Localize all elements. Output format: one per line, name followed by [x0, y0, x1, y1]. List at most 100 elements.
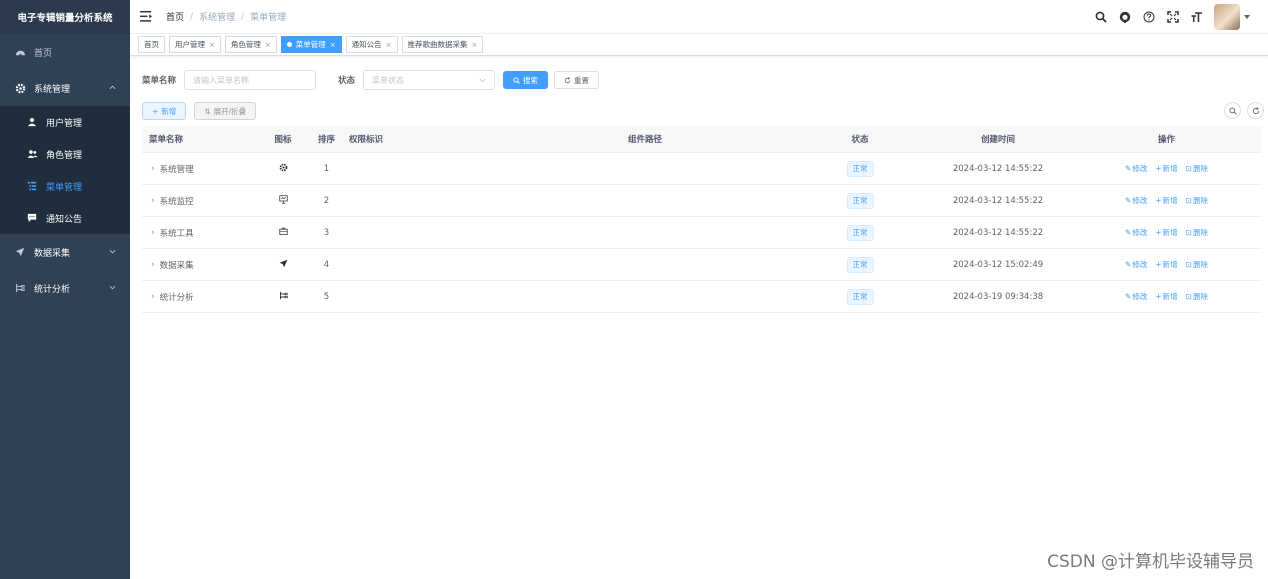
chevron-down-icon	[109, 283, 116, 293]
refresh-button[interactable]	[1247, 102, 1264, 119]
sidebar-item-user[interactable]: 用户管理	[0, 106, 130, 138]
delete-button[interactable]: ⊡ 删除	[1186, 163, 1208, 174]
tag-song-collect[interactable]: 推荐歌曲数据采集 ×	[401, 36, 484, 53]
search-toggle-button[interactable]	[1224, 102, 1241, 119]
fullscreen-icon[interactable]	[1166, 10, 1180, 24]
reset-button[interactable]: 重置	[554, 71, 600, 89]
refresh-icon	[564, 76, 571, 83]
edit-icon: ✎	[1125, 292, 1132, 301]
plus-icon: +	[1155, 164, 1162, 173]
chevron-right-icon[interactable]: ›	[151, 164, 155, 174]
status-select[interactable]: 菜单状态	[363, 70, 496, 90]
delete-button[interactable]: ⊡ 删除	[1186, 195, 1208, 206]
trash-icon: ⊡	[1185, 164, 1192, 173]
sort-icon: ⇅	[204, 106, 211, 116]
breadcrumb-item[interactable]: 系统管理	[199, 10, 235, 23]
trash-icon: ⊡	[1185, 292, 1192, 301]
caret-down-icon[interactable]	[1244, 12, 1250, 22]
tree-icon	[14, 282, 26, 294]
table-row: › 系统工具 3 正常 2024-03-12 14:55:22 ✎ 修改 + 新增 ⊡…	[142, 217, 1262, 249]
watermark: CSDN @计算机毕设辅导员	[1047, 552, 1254, 572]
tag-role[interactable]: 角色管理 ×	[224, 36, 277, 53]
col-header: 状态	[851, 135, 869, 145]
add-child-button[interactable]: + 新增	[1155, 259, 1177, 270]
monitor-icon	[278, 194, 288, 207]
sidebar-item-system[interactable]: 系统管理	[0, 70, 130, 106]
status-label: 状态	[338, 76, 356, 86]
sidebar-item-label: 通知公告	[46, 214, 83, 225]
breadcrumb-item[interactable]: 首页	[166, 10, 184, 23]
col-header: 排序	[317, 135, 335, 145]
sidebar-item-analysis[interactable]: 统计分析	[0, 270, 130, 306]
trash-icon: ⊡	[1185, 196, 1192, 205]
sidebar-item-role[interactable]: 角色管理	[0, 138, 130, 170]
edit-button[interactable]: ✎ 修改	[1125, 291, 1147, 302]
expand-collapse-button[interactable]: ⇅ 展开/折叠	[194, 102, 257, 120]
sidebar-submenu-system: 用户管理 角色管理 菜单管理 通知公告	[0, 106, 130, 234]
add-child-button[interactable]: + 新增	[1155, 195, 1177, 206]
message-icon	[26, 212, 38, 224]
search-form: 菜单名称 请输入菜单名称 状态 菜单状态 搜索 重置	[142, 70, 600, 90]
edit-button[interactable]: ✎ 修改	[1125, 163, 1147, 174]
tag-home[interactable]: 首页	[138, 36, 165, 53]
plus-icon: +	[1155, 292, 1162, 301]
plus-icon: +	[1155, 196, 1162, 205]
edit-button[interactable]: ✎ 修改	[1125, 227, 1147, 238]
delete-button[interactable]: ⊡ 删除	[1186, 259, 1208, 270]
close-icon[interactable]: ×	[386, 41, 392, 49]
sidebar-item-home[interactable]: 首页	[0, 34, 130, 70]
search-icon[interactable]	[1094, 10, 1108, 24]
edit-button[interactable]: ✎ 修改	[1125, 195, 1147, 206]
search-icon	[513, 76, 520, 84]
sidebar-item-label: 系统管理	[34, 84, 71, 95]
add-child-button[interactable]: + 新增	[1155, 227, 1177, 238]
sidebar-item-label: 角色管理	[46, 150, 83, 161]
search-button[interactable]: 搜索	[503, 71, 549, 89]
question-icon[interactable]	[1142, 10, 1156, 24]
chevron-right-icon[interactable]: ›	[151, 196, 155, 206]
avatar[interactable]	[1214, 4, 1240, 30]
chevron-right-icon[interactable]: ›	[151, 260, 155, 270]
close-icon[interactable]: ×	[472, 41, 478, 49]
peoples-icon	[26, 148, 38, 160]
toolbox-icon	[278, 227, 288, 239]
close-icon[interactable]: ×	[330, 41, 336, 49]
tag-menu[interactable]: 菜单管理 ×	[280, 36, 342, 53]
hamburger-icon[interactable]	[140, 10, 154, 24]
plus-icon: +	[152, 106, 159, 116]
add-child-button[interactable]: + 新增	[1155, 291, 1177, 302]
close-icon[interactable]: ×	[265, 41, 271, 49]
github-icon[interactable]	[1118, 10, 1132, 24]
tag-user[interactable]: 用户管理 ×	[169, 36, 221, 53]
table-row: › 数据采集 4 正常 2024-03-12 15:02:49 ✎ 修改 + 新增 ⊡…	[142, 249, 1262, 281]
sidebar: 电子专辑销量分析系统 首页 系统管理 用户管理 角色管理 菜单管理 通知公告 数…	[0, 0, 130, 579]
breadcrumb: 首页 / 系统管理 / 菜单管理	[166, 10, 287, 24]
app-title: 电子专辑销量分析系统	[0, 0, 130, 34]
gear-icon	[14, 82, 26, 94]
menu-name-label: 菜单名称	[142, 76, 177, 86]
delete-button[interactable]: ⊡ 删除	[1186, 291, 1208, 302]
tag-notice[interactable]: 通知公告 ×	[345, 36, 398, 53]
add-child-button[interactable]: + 新增	[1155, 163, 1177, 174]
chevron-right-icon[interactable]: ›	[151, 228, 155, 238]
sidebar-item-notice[interactable]: 通知公告	[0, 202, 130, 234]
edit-button[interactable]: ✎ 修改	[1125, 259, 1147, 270]
sidebar-item-label: 首页	[34, 48, 53, 59]
edit-icon: ✎	[1125, 164, 1132, 173]
col-header: 操作	[1157, 135, 1175, 145]
delete-button[interactable]: ⊡ 删除	[1186, 227, 1208, 238]
breadcrumb-item: 菜单管理	[250, 13, 287, 23]
send-icon	[14, 246, 26, 258]
chevron-right-icon[interactable]: ›	[151, 292, 155, 302]
sidebar-item-menu[interactable]: 菜单管理	[0, 170, 130, 202]
add-button[interactable]: + 新增	[142, 102, 187, 120]
sidebar-item-label: 数据采集	[34, 248, 71, 259]
close-icon[interactable]: ×	[209, 41, 215, 49]
sidebar-item-collect[interactable]: 数据采集	[0, 234, 130, 270]
trash-icon: ⊡	[1185, 260, 1192, 269]
tree-table-icon	[26, 180, 38, 192]
table-row: › 系统监控 2 正常 2024-03-12 14:55:22 ✎ 修改 + 新增 ⊡…	[142, 185, 1262, 217]
menu-name-input[interactable]: 请输入菜单名称	[184, 70, 317, 90]
font-size-icon[interactable]	[1190, 10, 1204, 24]
sidebar-item-label: 统计分析	[34, 284, 71, 295]
